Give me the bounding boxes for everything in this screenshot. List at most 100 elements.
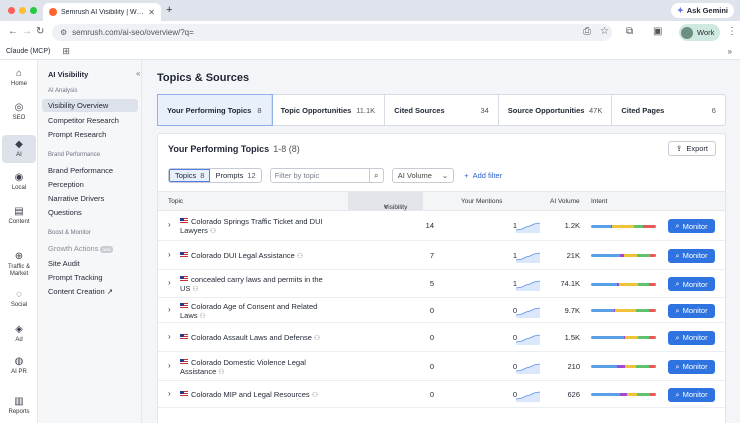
table-row[interactable]: › Colorado Domestic Violence Legal Assist… (158, 352, 725, 381)
topic-cell[interactable]: Colorado MIP and Legal Resources ⚇ (180, 390, 330, 400)
expand-row-chevron-icon[interactable]: › (168, 305, 171, 314)
rail-item-home[interactable]: ⌂ Home (2, 68, 36, 88)
topics-toggle-button[interactable]: Topics 8 (169, 169, 211, 182)
address-bar[interactable]: ⚙ semrush.com/ai-seo/overview/?q= (52, 24, 612, 41)
ai-pr-icon: ◍ (14, 356, 24, 367)
apps-grid-icon[interactable]: ⊞ (62, 46, 70, 57)
sidebar-item-perception[interactable]: Perception (42, 178, 138, 191)
monitor-search-icon: ⌕ (675, 221, 680, 230)
sidebar-item-growth-actions[interactable]: Growth Actions new (42, 242, 138, 255)
monitor-button[interactable]: ⌕ Monitor (668, 359, 715, 374)
rail-item-traffic-market[interactable]: ⊕ Traffic & Market (2, 251, 36, 278)
topic-filter-input[interactable] (269, 168, 370, 183)
topic-name[interactable]: Colorado Assault Laws and Defense (191, 333, 312, 342)
rail-item-label: Social (10, 302, 28, 308)
forward-arrow-icon[interactable]: → (22, 26, 32, 38)
topic-cell[interactable]: Colorado DUI Legal Assistance ⚇ (180, 251, 330, 261)
table-row[interactable]: › Colorado Age of Consent and Related Law… (158, 298, 725, 323)
topic-name[interactable]: Colorado Domestic Violence Legal Assista… (180, 358, 306, 376)
export-button[interactable]: ⇪ Export (668, 141, 716, 156)
add-filter-button[interactable]: + Add filter (464, 171, 502, 180)
expand-row-chevron-icon[interactable]: › (168, 332, 171, 341)
column-mentions[interactable]: Your Mentions (461, 198, 502, 205)
expand-row-chevron-icon[interactable]: › (168, 278, 171, 287)
table-row[interactable]: › Colorado MIP and Legal Resources ⚇ 0 0 626 ⌕… (158, 381, 725, 408)
rail-item-ai[interactable]: ◆ AI (2, 135, 36, 163)
profile-button[interactable]: Work (679, 24, 721, 41)
collapse-sidebar-icon[interactable]: « (136, 69, 140, 78)
expand-row-chevron-icon[interactable]: › (168, 389, 171, 398)
topic-cell[interactable]: Colorado Domestic Violence Legal Assista… (180, 358, 330, 377)
monitor-button[interactable]: ⌕ Monitor (668, 248, 715, 263)
intent-segment-unknown (649, 393, 656, 396)
ask-gemini-button[interactable]: ✦ Ask Gemini (671, 3, 734, 18)
sidebar-item-site-audit[interactable]: Site Audit (42, 257, 138, 270)
monitor-button[interactable]: ⌕ Monitor (668, 303, 715, 318)
kpi-tab-topic-opportunities[interactable]: Topic Opportunities 11.1K (272, 95, 386, 125)
rail-item-content[interactable]: ▤ Content (2, 206, 36, 226)
rail-item-reports[interactable]: ▥ Reports (2, 396, 36, 416)
side-panel-icon[interactable]: ▣ (653, 26, 662, 38)
site-info-icon[interactable]: ⚙ (60, 28, 67, 37)
install-app-icon[interactable]: ⎙ (583, 26, 591, 38)
rail-item-ai-pr[interactable]: ◍ AI PR (2, 356, 36, 376)
rail-item-ad[interactable]: ◈ Ad (2, 324, 36, 344)
table-row[interactable]: › Colorado Assault Laws and Defense ⚇ 0 0 1.5… (158, 323, 725, 352)
bookmark-star-icon[interactable]: ☆ (600, 26, 609, 38)
monitor-button[interactable]: ⌕ Monitor (668, 219, 715, 233)
topic-cell[interactable]: Colorado Assault Laws and Defense ⚇ (180, 333, 330, 343)
sidebar-item-competitor-research[interactable]: Competitor Research (42, 114, 138, 127)
back-arrow-icon[interactable]: ← (8, 26, 18, 38)
new-tab-button[interactable]: + (166, 4, 172, 16)
topics-toggle-label: Topics (175, 171, 197, 180)
expand-row-chevron-icon[interactable]: › (168, 220, 171, 229)
sidebar-item-brand-performance[interactable]: Brand Performance (42, 164, 138, 177)
table-row[interactable]: › concealed carry laws and permits in the… (158, 270, 725, 298)
extensions-icon[interactable]: ⧉ (626, 26, 633, 38)
sidebar-item-narrative-drivers[interactable]: Narrative Drivers (42, 192, 138, 205)
rail-item-social[interactable]: ◌ Social (2, 289, 36, 309)
monitor-button[interactable]: ⌕ Monitor (668, 387, 715, 402)
table-row[interactable]: › Colorado DUI Legal Assistance ⚇ 7 1 21K ⌕ Mon… (158, 241, 725, 270)
topic-cell[interactable]: concealed carry laws and permits in the … (180, 275, 330, 294)
kpi-tab-cited-pages[interactable]: Cited Pages 6 (612, 95, 725, 125)
monitor-button[interactable]: ⌕ Monitor (668, 330, 715, 345)
reload-icon[interactable]: ↻ (36, 26, 44, 38)
topic-name[interactable]: Colorado DUI Legal Assistance (191, 251, 295, 260)
expand-row-chevron-icon[interactable]: › (168, 250, 171, 259)
expand-row-chevron-icon[interactable]: › (168, 361, 171, 370)
table-row[interactable]: › Colorado Springs Traffic Ticket and DUI… (158, 211, 725, 241)
browser-tab[interactable]: Semrush AI Visibility | Win E... ✕ (43, 3, 161, 21)
ai-volume-select[interactable]: AI Volume ⌄ (391, 168, 455, 183)
tab-close-icon[interactable]: ✕ (148, 8, 155, 17)
kpi-tab-cited-sources[interactable]: Cited Sources 34 (385, 95, 499, 125)
column-ai-volume[interactable]: AI Volume (550, 198, 580, 205)
tab-title: Semrush AI Visibility | Win E... (61, 8, 144, 16)
column-topic[interactable]: Topic (168, 198, 183, 205)
window-close-button[interactable] (8, 7, 15, 14)
window-maximize-button[interactable] (30, 7, 37, 14)
topic-name[interactable]: Colorado MIP and Legal Resources (191, 390, 310, 399)
intent-bar (591, 224, 656, 228)
window-minimize-button[interactable] (19, 7, 26, 14)
kpi-tab-source-opportunities[interactable]: Source Opportunities 47K (499, 95, 613, 125)
sidebar-item-questions[interactable]: Questions (42, 206, 138, 219)
bookmark-claude-mcp[interactable]: Claude (MCP) (6, 48, 50, 55)
topic-name[interactable]: concealed carry laws and permits in the … (180, 275, 323, 293)
topic-cell[interactable]: Colorado Springs Traffic Ticket and DUI … (180, 217, 330, 236)
rail-item-seo[interactable]: ◎ SEO (2, 102, 36, 122)
rail-item-local[interactable]: ◉ Local (2, 172, 36, 192)
prompts-toggle-button[interactable]: Prompts 12 (210, 169, 260, 182)
column-intent[interactable]: Intent (591, 198, 607, 205)
bookmarks-overflow-icon[interactable]: » (728, 47, 732, 56)
topic-name[interactable]: Colorado Springs Traffic Ticket and DUI … (180, 217, 323, 235)
sidebar-item-content-creation[interactable]: Content Creation ↗ (42, 285, 138, 298)
sidebar-item-prompt-research[interactable]: Prompt Research (42, 128, 138, 141)
search-icon[interactable]: ⌕ (369, 168, 384, 183)
browser-menu-icon[interactable]: ⋮ (727, 26, 737, 38)
sidebar-item-prompt-tracking[interactable]: Prompt Tracking (42, 271, 138, 284)
monitor-button[interactable]: ⌕ Monitor (668, 277, 715, 291)
topic-cell[interactable]: Colorado Age of Consent and Related Laws… (180, 302, 330, 321)
kpi-tab-performing-topics[interactable]: Your Performing Topics 8 (157, 94, 273, 126)
sidebar-item-visibility-overview[interactable]: Visibility Overview (42, 99, 138, 112)
